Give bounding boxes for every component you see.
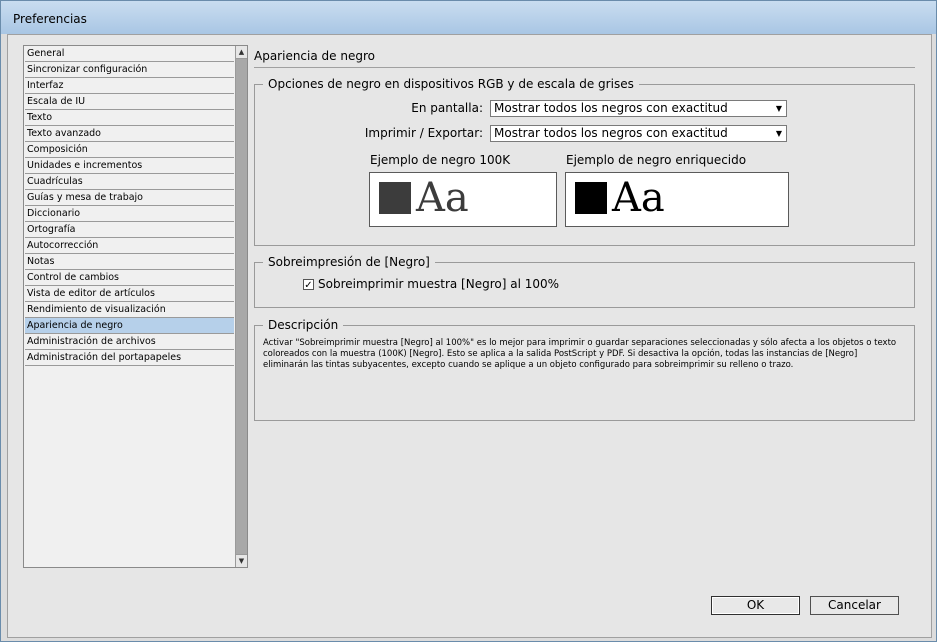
sidebar-item[interactable]: Texto avanzado: [25, 126, 234, 142]
on-screen-select-value: Mostrar todos los negros con exactitud: [494, 101, 728, 115]
overprint-group-label: Sobreimpresión de [Negro]: [263, 255, 435, 269]
description-group: Descripción Activar "Sobreimprimir muest…: [254, 318, 915, 421]
sidebar-item[interactable]: Control de cambios: [25, 270, 234, 286]
sidebar-item[interactable]: Ortografía: [25, 222, 234, 238]
sidebar-item[interactable]: Administración del portapapeles: [25, 350, 234, 366]
sidebar-item[interactable]: Vista de editor de artículos: [25, 286, 234, 302]
sample-rich-caption: Ejemplo de negro enriquecido: [566, 153, 747, 167]
panel-title: Apariencia de negro: [254, 49, 375, 63]
sidebar-item[interactable]: Notas: [25, 254, 234, 270]
window-title: Preferencias: [13, 12, 87, 26]
overprint-checkbox-label[interactable]: Sobreimprimir muestra [Negro] al 100%: [318, 277, 559, 291]
scroll-up-icon[interactable]: ▲: [236, 46, 247, 59]
title-bar[interactable]: Preferencias: [1, 1, 936, 34]
sidebar-item[interactable]: Diccionario: [25, 206, 234, 222]
sidebar-item[interactable]: Composición: [25, 142, 234, 158]
sidebar-item[interactable]: Escala de IU: [25, 94, 234, 110]
sidebar-item[interactable]: Autocorrección: [25, 238, 234, 254]
overprint-checkbox[interactable]: ✓: [303, 279, 314, 291]
rich-black-swatch: [575, 182, 607, 214]
black-100k-swatch: [379, 182, 411, 214]
dialog-body: General Sincronizar configuración Interfaz…: [7, 34, 932, 638]
sidebar-item[interactable]: General: [25, 46, 234, 62]
on-screen-select[interactable]: Mostrar todos los negros con exactitud ▼: [490, 100, 787, 117]
category-list-items: General Sincronizar configuración Interfaz…: [25, 46, 234, 366]
sidebar-item[interactable]: Cuadrículas: [25, 174, 234, 190]
sidebar-item[interactable]: Guías y mesa de trabajo: [25, 190, 234, 206]
scroll-down-icon[interactable]: ▼: [236, 554, 247, 567]
sidebar-item[interactable]: Apariencia de negro: [25, 318, 234, 334]
overprint-group: Sobreimpresión de [Negro] ✓ Sobreimprimi…: [254, 255, 915, 308]
sample-100k-preview: Aa: [369, 172, 557, 227]
category-list: General Sincronizar configuración Interfaz…: [23, 45, 248, 568]
scroll-thumb[interactable]: [236, 59, 247, 554]
sidebar-item[interactable]: Unidades e incrementos: [25, 158, 234, 174]
description-group-label: Descripción: [263, 318, 344, 332]
checkmark-icon: ✓: [304, 280, 313, 291]
rgb-black-options-group: Opciones de negro en dispositivos RGB y …: [254, 77, 915, 246]
sidebar-item[interactable]: Rendimiento de visualización: [25, 302, 234, 318]
sidebar-item[interactable]: Sincronizar configuración: [25, 62, 234, 78]
description-text: Activar "Sobreimprimir muestra [Negro] a…: [263, 338, 897, 370]
sample-100k-caption: Ejemplo de negro 100K: [370, 153, 511, 167]
sample-100k-text: Aa: [416, 175, 469, 221]
ok-button[interactable]: OK: [711, 596, 800, 615]
print-export-select[interactable]: Mostrar todos los negros con exactitud ▼: [490, 125, 787, 142]
sidebar-item[interactable]: Interfaz: [25, 78, 234, 94]
print-export-label: Imprimir / Exportar:: [364, 126, 483, 140]
rgb-black-options-label: Opciones de negro en dispositivos RGB y …: [263, 77, 639, 91]
chevron-down-icon: ▼: [775, 104, 783, 113]
chevron-down-icon: ▼: [775, 129, 783, 138]
preferences-dialog: Preferencias General Sincronizar configur…: [0, 0, 937, 642]
sample-rich-text: Aa: [612, 175, 665, 221]
panel-title-divider: [254, 67, 915, 68]
print-export-select-value: Mostrar todos los negros con exactitud: [494, 126, 728, 140]
cancel-button[interactable]: Cancelar: [810, 596, 899, 615]
sample-rich-preview: Aa: [565, 172, 789, 227]
sidebar-item[interactable]: Administración de archivos: [25, 334, 234, 350]
on-screen-label: En pantalla:: [411, 101, 483, 115]
category-list-scrollbar[interactable]: ▲ ▼: [235, 46, 247, 567]
sidebar-item[interactable]: Texto: [25, 110, 234, 126]
